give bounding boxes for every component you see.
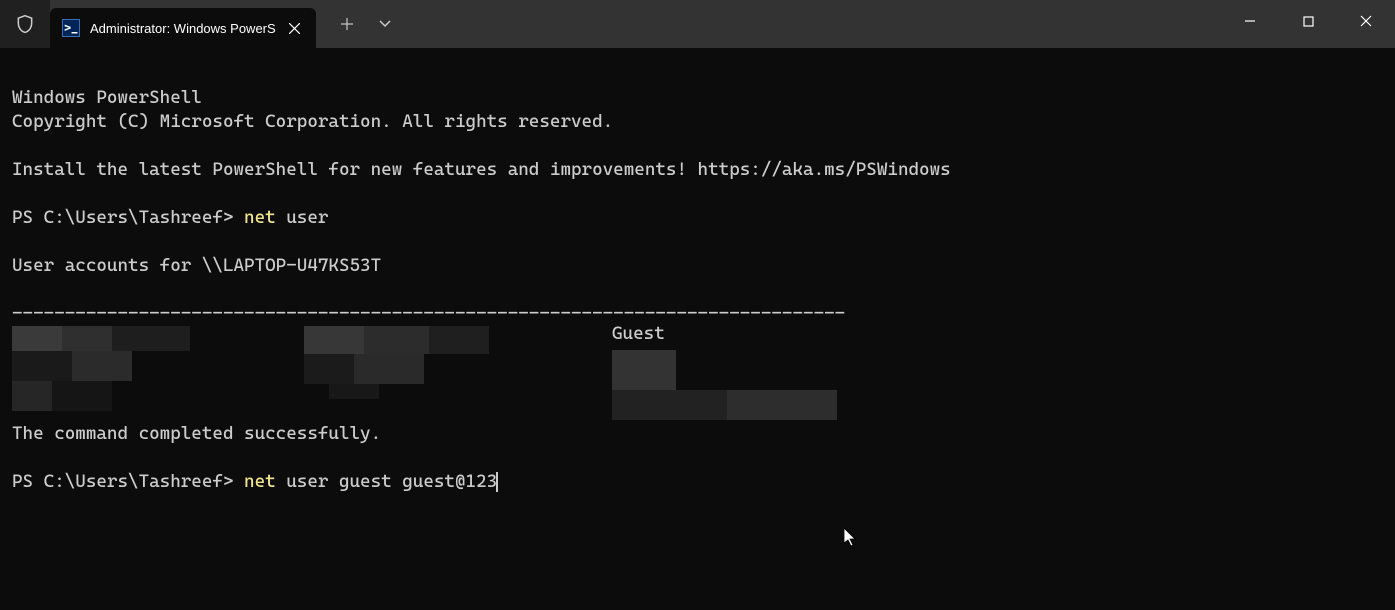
redacted-user-2 xyxy=(304,326,494,396)
prompt-2: PS C:\Users\Tashreef> net user guest gue… xyxy=(12,471,497,492)
text-cursor xyxy=(496,472,498,492)
tab-powershell[interactable]: >_ Administrator: Windows PowerS xyxy=(50,8,316,48)
close-icon[interactable] xyxy=(286,19,304,37)
window-controls xyxy=(1221,0,1395,42)
ps-header-1: Windows PowerShell xyxy=(12,87,202,108)
powershell-icon: >_ xyxy=(62,19,80,37)
tab-actions xyxy=(328,4,404,44)
redacted-user-3 xyxy=(612,350,842,422)
guest-user: Guest xyxy=(612,322,665,346)
shield-icon xyxy=(0,0,50,48)
maximize-button[interactable] xyxy=(1279,0,1337,42)
redacted-user-1 xyxy=(12,326,192,416)
terminal-output[interactable]: Windows PowerShell Copyright (C) Microso… xyxy=(0,48,1395,508)
ps-header-2: Copyright (C) Microsoft Corporation. All… xyxy=(12,111,613,132)
minimize-button[interactable] xyxy=(1221,0,1279,42)
mouse-cursor-icon xyxy=(844,528,858,553)
tab-dropdown-button[interactable] xyxy=(366,4,404,44)
tab-title: Administrator: Windows PowerS xyxy=(90,21,276,36)
close-button[interactable] xyxy=(1337,0,1395,42)
prompt-1: PS C:\Users\Tashreef> net user xyxy=(12,207,328,228)
separator: ----------------------------------------… xyxy=(12,303,845,324)
accounts-header: User accounts for \\LAPTOP-U47KS53T xyxy=(12,255,381,276)
user-accounts-list: Guest xyxy=(12,326,1383,422)
ps-install-hint: Install the latest PowerShell for new fe… xyxy=(12,159,951,180)
titlebar: >_ Administrator: Windows PowerS xyxy=(0,0,1395,48)
new-tab-button[interactable] xyxy=(328,4,366,44)
